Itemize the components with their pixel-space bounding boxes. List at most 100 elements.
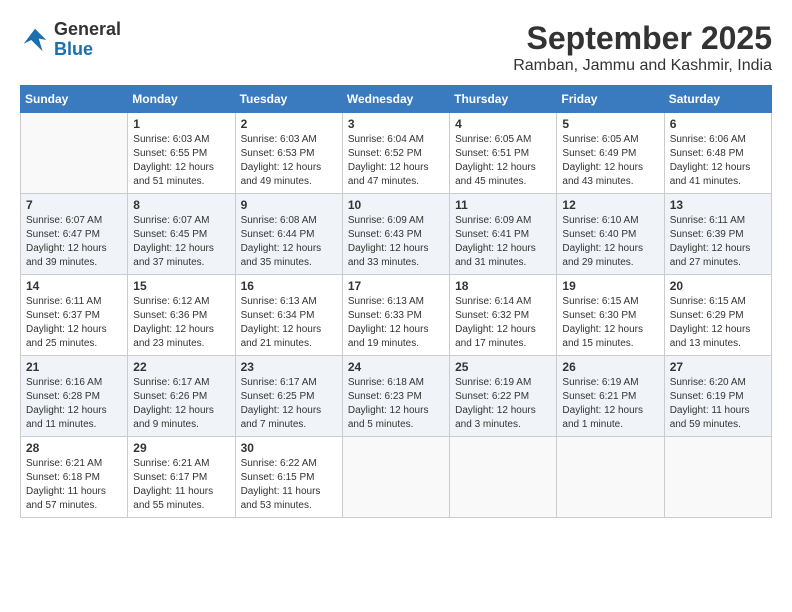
cell-date-number: 9 <box>241 198 337 212</box>
cell-info-text: Sunrise: 6:15 AMSunset: 6:29 PMDaylight:… <box>670 295 766 351</box>
calendar-week-1: 1 Sunrise: 6:03 AMSunset: 6:55 PMDaylight… <box>21 113 772 194</box>
weekday-tuesday: Tuesday <box>235 86 342 113</box>
cell-info-text: Sunrise: 6:09 AMSunset: 6:41 PMDaylight:… <box>455 214 551 270</box>
logo-icon <box>20 25 50 55</box>
cell-date-number: 11 <box>455 198 551 212</box>
calendar-cell: 10 Sunrise: 6:09 AMSunset: 6:43 PMDayligh… <box>342 194 449 275</box>
page-title: September 2025 <box>513 20 772 57</box>
cell-date-number: 27 <box>670 360 766 374</box>
cell-info-text: Sunrise: 6:06 AMSunset: 6:48 PMDaylight:… <box>670 133 766 189</box>
cell-info-text: Sunrise: 6:13 AMSunset: 6:33 PMDaylight:… <box>348 295 444 351</box>
calendar-cell: 1 Sunrise: 6:03 AMSunset: 6:55 PMDaylight… <box>128 113 235 194</box>
cell-info-text: Sunrise: 6:11 AMSunset: 6:39 PMDaylight:… <box>670 214 766 270</box>
cell-info-text: Sunrise: 6:12 AMSunset: 6:36 PMDaylight:… <box>133 295 229 351</box>
cell-info-text: Sunrise: 6:17 AMSunset: 6:25 PMDaylight:… <box>241 376 337 432</box>
calendar-cell: 4 Sunrise: 6:05 AMSunset: 6:51 PMDaylight… <box>450 113 557 194</box>
cell-date-number: 23 <box>241 360 337 374</box>
calendar-cell: 23 Sunrise: 6:17 AMSunset: 6:25 PMDayligh… <box>235 356 342 437</box>
cell-date-number: 16 <box>241 279 337 293</box>
cell-info-text: Sunrise: 6:07 AMSunset: 6:47 PMDaylight:… <box>26 214 122 270</box>
calendar-cell: 22 Sunrise: 6:17 AMSunset: 6:26 PMDayligh… <box>128 356 235 437</box>
cell-info-text: Sunrise: 6:18 AMSunset: 6:23 PMDaylight:… <box>348 376 444 432</box>
calendar-cell <box>664 437 771 518</box>
page-subtitle: Ramban, Jammu and Kashmir, India <box>513 57 772 75</box>
cell-info-text: Sunrise: 6:19 AMSunset: 6:21 PMDaylight:… <box>562 376 658 432</box>
calendar-cell <box>342 437 449 518</box>
cell-info-text: Sunrise: 6:17 AMSunset: 6:26 PMDaylight:… <box>133 376 229 432</box>
calendar-cell: 15 Sunrise: 6:12 AMSunset: 6:36 PMDayligh… <box>128 275 235 356</box>
calendar-cell <box>21 113 128 194</box>
calendar-cell: 9 Sunrise: 6:08 AMSunset: 6:44 PMDaylight… <box>235 194 342 275</box>
weekday-thursday: Thursday <box>450 86 557 113</box>
cell-info-text: Sunrise: 6:09 AMSunset: 6:43 PMDaylight:… <box>348 214 444 270</box>
cell-date-number: 20 <box>670 279 766 293</box>
calendar-cell: 28Sunrise: 6:21 AMSunset: 6:18 PMDayligh… <box>21 437 128 518</box>
cell-date-number: 26 <box>562 360 658 374</box>
calendar-cell: 12Sunrise: 6:10 AMSunset: 6:40 PMDayligh… <box>557 194 664 275</box>
calendar-cell: 14 Sunrise: 6:11 AMSunset: 6:37 PMDayligh… <box>21 275 128 356</box>
cell-info-text: Sunrise: 6:04 AMSunset: 6:52 PMDaylight:… <box>348 133 444 189</box>
logo: General Blue <box>20 20 121 60</box>
cell-date-number: 3 <box>348 117 444 131</box>
calendar-cell: 13 Sunrise: 6:11 AMSunset: 6:39 PMDayligh… <box>664 194 771 275</box>
cell-info-text: Sunrise: 6:21 AMSunset: 6:18 PMDaylight:… <box>26 457 122 513</box>
cell-date-number: 10 <box>348 198 444 212</box>
cell-date-number: 7 <box>26 198 122 212</box>
calendar-cell: 17Sunrise: 6:13 AMSunset: 6:33 PMDayligh… <box>342 275 449 356</box>
calendar-cell: 5Sunrise: 6:05 AMSunset: 6:49 PMDaylight… <box>557 113 664 194</box>
calendar-week-5: 28Sunrise: 6:21 AMSunset: 6:18 PMDayligh… <box>21 437 772 518</box>
weekday-friday: Friday <box>557 86 664 113</box>
cell-date-number: 13 <box>670 198 766 212</box>
calendar-week-3: 14 Sunrise: 6:11 AMSunset: 6:37 PMDayligh… <box>21 275 772 356</box>
calendar-cell: 20 Sunrise: 6:15 AMSunset: 6:29 PMDayligh… <box>664 275 771 356</box>
calendar-cell: 3 Sunrise: 6:04 AMSunset: 6:52 PMDaylight… <box>342 113 449 194</box>
cell-info-text: Sunrise: 6:21 AMSunset: 6:17 PMDaylight:… <box>133 457 229 513</box>
calendar-cell: 24 Sunrise: 6:18 AMSunset: 6:23 PMDayligh… <box>342 356 449 437</box>
cell-info-text: Sunrise: 6:20 AMSunset: 6:19 PMDaylight:… <box>670 376 766 432</box>
cell-info-text: Sunrise: 6:03 AMSunset: 6:53 PMDaylight:… <box>241 133 337 189</box>
calendar-week-4: 21Sunrise: 6:16 AMSunset: 6:28 PMDayligh… <box>21 356 772 437</box>
cell-info-text: Sunrise: 6:15 AMSunset: 6:30 PMDaylight:… <box>562 295 658 351</box>
calendar-cell: 18 Sunrise: 6:14 AMSunset: 6:32 PMDayligh… <box>450 275 557 356</box>
cell-date-number: 8 <box>133 198 229 212</box>
cell-date-number: 24 <box>348 360 444 374</box>
cell-date-number: 1 <box>133 117 229 131</box>
title-block: September 2025 Ramban, Jammu and Kashmir… <box>513 20 772 75</box>
cell-info-text: Sunrise: 6:05 AMSunset: 6:49 PMDaylight:… <box>562 133 658 189</box>
cell-date-number: 15 <box>133 279 229 293</box>
calendar-cell: 7 Sunrise: 6:07 AMSunset: 6:47 PMDaylight… <box>21 194 128 275</box>
cell-info-text: Sunrise: 6:16 AMSunset: 6:28 PMDaylight:… <box>26 376 122 432</box>
calendar-cell: 21Sunrise: 6:16 AMSunset: 6:28 PMDayligh… <box>21 356 128 437</box>
logo-line2: Blue <box>54 39 93 59</box>
page-header: General Blue September 2025 Ramban, Jamm… <box>20 20 772 75</box>
cell-info-text: Sunrise: 6:14 AMSunset: 6:32 PMDaylight:… <box>455 295 551 351</box>
cell-info-text: Sunrise: 6:22 AMSunset: 6:15 PMDaylight:… <box>241 457 337 513</box>
cell-date-number: 30 <box>241 441 337 455</box>
cell-date-number: 12 <box>562 198 658 212</box>
cell-date-number: 14 <box>26 279 122 293</box>
calendar-cell: 16 Sunrise: 6:13 AMSunset: 6:34 PMDayligh… <box>235 275 342 356</box>
calendar-table: SundayMondayTuesdayWednesdayThursdayFrid… <box>20 85 772 518</box>
cell-info-text: Sunrise: 6:13 AMSunset: 6:34 PMDaylight:… <box>241 295 337 351</box>
logo-text: General Blue <box>54 20 121 60</box>
cell-info-text: Sunrise: 6:07 AMSunset: 6:45 PMDaylight:… <box>133 214 229 270</box>
calendar-cell: 2 Sunrise: 6:03 AMSunset: 6:53 PMDaylight… <box>235 113 342 194</box>
cell-date-number: 2 <box>241 117 337 131</box>
cell-date-number: 6 <box>670 117 766 131</box>
cell-info-text: Sunrise: 6:11 AMSunset: 6:37 PMDaylight:… <box>26 295 122 351</box>
weekday-header-row: SundayMondayTuesdayWednesdayThursdayFrid… <box>21 86 772 113</box>
cell-date-number: 25 <box>455 360 551 374</box>
cell-info-text: Sunrise: 6:03 AMSunset: 6:55 PMDaylight:… <box>133 133 229 189</box>
cell-info-text: Sunrise: 6:05 AMSunset: 6:51 PMDaylight:… <box>455 133 551 189</box>
calendar-cell: 19 Sunrise: 6:15 AMSunset: 6:30 PMDayligh… <box>557 275 664 356</box>
cell-date-number: 18 <box>455 279 551 293</box>
cell-date-number: 22 <box>133 360 229 374</box>
calendar-cell: 6 Sunrise: 6:06 AMSunset: 6:48 PMDaylight… <box>664 113 771 194</box>
cell-info-text: Sunrise: 6:08 AMSunset: 6:44 PMDaylight:… <box>241 214 337 270</box>
cell-date-number: 4 <box>455 117 551 131</box>
cell-date-number: 19 <box>562 279 658 293</box>
calendar-cell <box>557 437 664 518</box>
logo-line1: General <box>54 19 121 39</box>
calendar-cell: 26 Sunrise: 6:19 AMSunset: 6:21 PMDayligh… <box>557 356 664 437</box>
calendar-cell: 30 Sunrise: 6:22 AMSunset: 6:15 PMDayligh… <box>235 437 342 518</box>
